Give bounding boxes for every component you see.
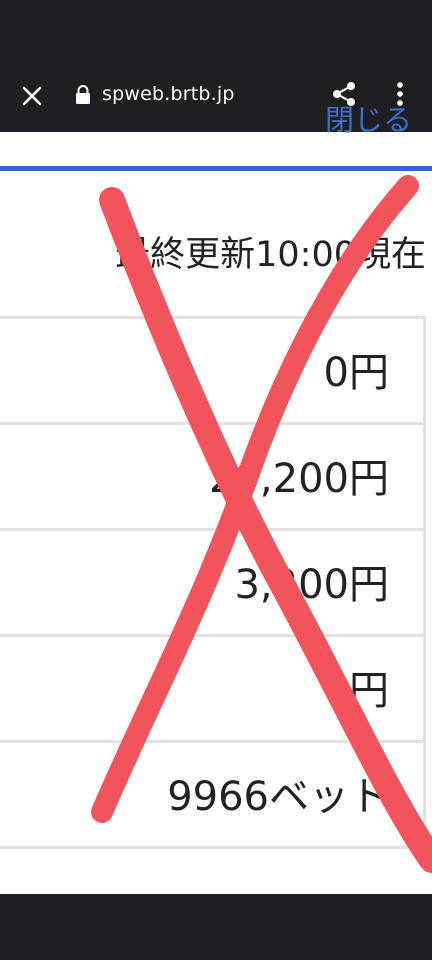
- table-row: 20,200円: [0, 425, 423, 531]
- table-cell-value: 3,200円: [234, 562, 389, 608]
- close-link[interactable]: 閉じる: [325, 100, 412, 140]
- table-row: 0円: [0, 319, 423, 425]
- table-row: 3,200円: [0, 531, 423, 637]
- close-tab-button[interactable]: [14, 78, 50, 114]
- status-bar: [0, 0, 432, 58]
- screen: spweb.brtb.jp 閉じる 最終更新10:00現在 0円 20,200円…: [0, 0, 432, 960]
- table-row: 9966ベット: [0, 743, 423, 849]
- lock-icon: [76, 85, 90, 104]
- summary-table: 0円 20,200円 3,200円 0円 9966ベット: [0, 316, 426, 849]
- navigation-bar: [0, 894, 432, 960]
- last-updated-text: 最終更新10:00現在: [115, 235, 426, 275]
- url-text[interactable]: spweb.brtb.jp: [102, 80, 235, 108]
- table-cell-value: 20,200円: [209, 456, 389, 502]
- table-row: 0円: [0, 637, 423, 743]
- table-cell-value: 0円: [323, 350, 389, 396]
- table-cell-value: 0円: [323, 668, 389, 714]
- table-cell-value: 9966ベット: [167, 774, 389, 820]
- close-icon: [22, 86, 42, 106]
- header-divider: [0, 166, 432, 171]
